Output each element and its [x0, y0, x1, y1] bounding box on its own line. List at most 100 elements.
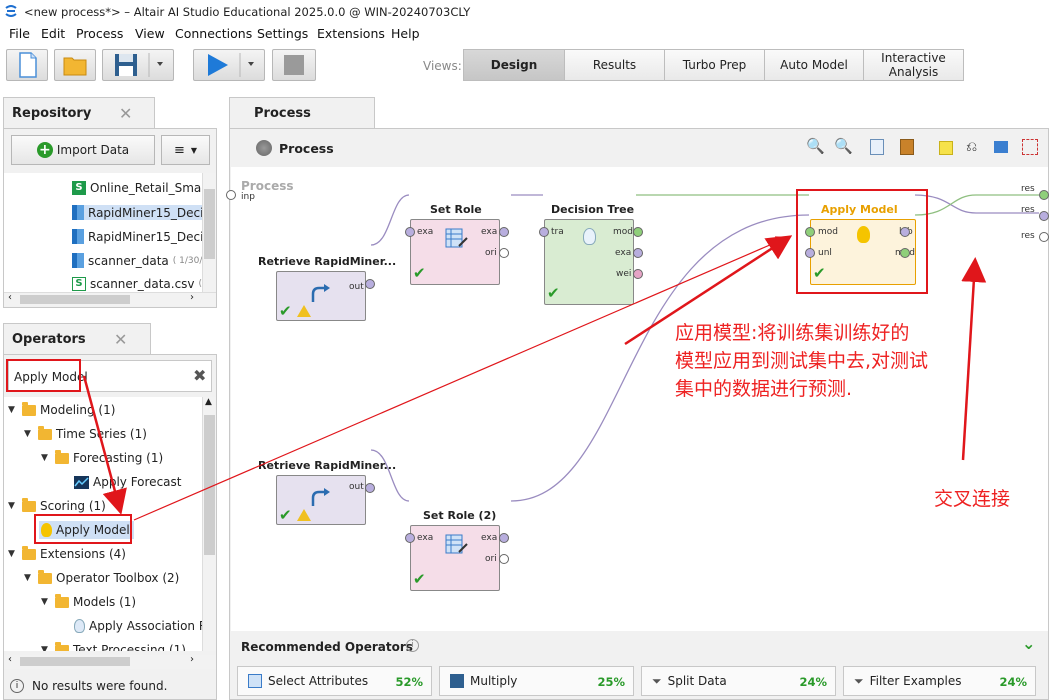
port-mod-in[interactable] [805, 227, 815, 237]
tree-node-extensions[interactable]: ▼ Extensions (4) [8, 545, 126, 561]
menu-edit[interactable]: Edit [41, 26, 65, 41]
import-data-button[interactable]: + Import Data [11, 135, 155, 165]
operator-setrole2[interactable]: exa exa ori ✔ [410, 525, 500, 591]
port-mod[interactable] [633, 227, 643, 237]
horizontal-scrollbar[interactable]: ‹ › [4, 292, 216, 306]
menu-connections[interactable]: Connections [175, 26, 252, 41]
port-res-3[interactable] [1039, 232, 1049, 242]
port-lab[interactable] [900, 227, 910, 237]
copy-icon[interactable] [870, 139, 884, 155]
recommended-item[interactable]: Multiply 25% [439, 666, 634, 696]
vertical-scrollbar[interactable]: ▲ [202, 397, 216, 651]
warning-icon [297, 509, 311, 521]
tab-process[interactable]: Process [229, 97, 375, 129]
port-inp[interactable] [226, 190, 236, 200]
check-icon: ✔ [413, 570, 426, 588]
menu-file[interactable]: File [9, 26, 30, 41]
port-ori[interactable] [499, 554, 509, 564]
recommended-item[interactable]: Select Attributes 52% [237, 666, 432, 696]
arrange-icon[interactable] [1022, 139, 1038, 155]
save-process-button[interactable] [102, 49, 174, 81]
port-label: out [349, 282, 364, 292]
info-icon[interactable]: i [406, 639, 419, 652]
port-exa-in[interactable] [405, 227, 415, 237]
add-note-icon[interactable] [939, 141, 953, 155]
port-exa[interactable] [633, 248, 643, 258]
operator-retrieve1[interactable]: ✔ out [276, 271, 366, 321]
tab-operators[interactable]: Operators ✕ [3, 323, 151, 355]
port-res-1[interactable] [1039, 190, 1049, 200]
port-tra[interactable] [539, 227, 549, 237]
port-wei[interactable] [633, 269, 643, 279]
tree-node-operator-toolbox[interactable]: ▼ Operator Toolbox (2) [24, 569, 179, 585]
vertical-scrollbar[interactable] [202, 173, 216, 293]
menu-help[interactable]: Help [391, 26, 420, 41]
menu-settings[interactable]: Settings [257, 26, 308, 41]
operator-decision-tree[interactable]: tra mod exa wei ✔ [544, 219, 634, 305]
split-filter-icon: ⏷ [652, 673, 662, 688]
list-item[interactable]: S Online_Retail_Sma [72, 181, 201, 195]
auto-wire-icon[interactable]: ⎌ [966, 139, 977, 155]
port-out[interactable] [365, 279, 375, 289]
recommended-item[interactable]: ⏷ Filter Examples 24% [843, 666, 1036, 696]
tree-node-apply-association-rules[interactable]: Apply Association R [74, 619, 202, 633]
layers-icon[interactable] [994, 141, 1008, 153]
tree-node-models[interactable]: ▼ Models (1) [41, 593, 136, 609]
operator-setrole[interactable]: exa exa ori ✔ [410, 219, 500, 285]
lightbulb-icon [583, 228, 596, 245]
open-process-button[interactable] [54, 49, 96, 81]
port-unl[interactable] [805, 248, 815, 258]
view-turbo-prep-button[interactable]: Turbo Prep [664, 49, 765, 81]
list-item[interactable]: Sscanner_data.csv( [72, 277, 202, 291]
operator-retrieve2[interactable]: ✔ out [276, 475, 366, 525]
tab-repository[interactable]: Repository ✕ [3, 97, 155, 129]
tree-node-apply-forecast[interactable]: Apply Forecast [74, 475, 181, 489]
tree-node-forecasting[interactable]: ▼ Forecasting (1) [41, 449, 163, 465]
view-results-button[interactable]: Results [564, 49, 665, 81]
list-item[interactable]: RapidMiner15_Deci [72, 229, 202, 244]
stop-process-button[interactable] [272, 49, 316, 81]
repository-menu-button[interactable]: ≡ ▼ [161, 135, 210, 165]
process-breadcrumb[interactable]: Process [279, 141, 334, 156]
play-icon [208, 53, 254, 77]
run-process-button[interactable] [193, 49, 265, 81]
menu-view[interactable]: View [135, 26, 165, 41]
menu-extensions[interactable]: Extensions [317, 26, 385, 41]
collapse-chevron-icon[interactable]: ⌄ [1022, 634, 1035, 653]
list-item[interactable]: RapidMiner15_Deci [72, 205, 202, 220]
check-icon: ✔ [279, 302, 292, 320]
tree-node-time-series[interactable]: ▼ Time Series (1) [24, 425, 147, 441]
tree-node-text-processing[interactable]: ▼ Text Processing (1) [41, 641, 186, 651]
port-mod-out[interactable] [900, 248, 910, 258]
port-exa-out[interactable] [499, 227, 509, 237]
view-auto-model-button[interactable]: Auto Model [764, 49, 864, 81]
tree-node-modeling[interactable]: ▼ Modeling (1) [8, 401, 115, 417]
port-out[interactable] [365, 483, 375, 493]
tree-node-scoring[interactable]: ▼ Scoring (1) [8, 497, 106, 513]
menu-bar: File Edit Process View Connections Setti… [0, 24, 1049, 44]
recommended-item[interactable]: ⏷ Split Data 24% [641, 666, 836, 696]
close-icon[interactable]: ✕ [114, 330, 127, 349]
port-res-2[interactable] [1039, 211, 1049, 221]
port-exa-in[interactable] [405, 533, 415, 543]
zoom-in-icon[interactable]: 🔍 [806, 137, 825, 155]
clear-search-icon[interactable]: ✖ [193, 366, 206, 385]
process-canvas[interactable]: Process inp Retrieve RapidMiner... ✔ out [226, 167, 1049, 631]
repository-tab-label: Repository [12, 106, 92, 121]
folder-icon [38, 569, 52, 584]
close-icon[interactable]: ✕ [119, 104, 132, 123]
horizontal-scrollbar[interactable]: ‹ › [4, 654, 216, 669]
list-item[interactable]: scanner_data( 1/30/ [72, 253, 202, 268]
menu-process[interactable]: Process [76, 26, 123, 41]
new-process-button[interactable] [6, 49, 48, 81]
process-panel: Process 🔍 🔍 ⎌ Process inp Retrieve Rapid… [226, 128, 1049, 700]
port-exa-out[interactable] [499, 533, 509, 543]
zoom-out-icon[interactable]: 🔍 [834, 137, 853, 155]
port-ori[interactable] [499, 248, 509, 258]
import-data-label: Import Data [56, 143, 130, 157]
view-design-button[interactable]: Design [463, 49, 565, 81]
chevron-down-icon: ▼ [24, 429, 31, 439]
process-tab-label: Process [254, 106, 311, 121]
paste-icon[interactable] [900, 139, 914, 155]
view-interactive-analysis-button[interactable]: Interactive Analysis [863, 49, 964, 81]
